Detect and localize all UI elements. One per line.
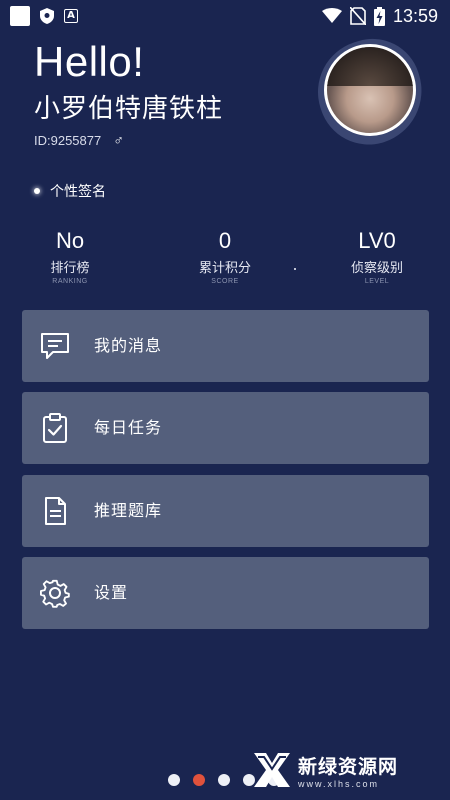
a-badge-icon: A	[64, 9, 78, 23]
stat-sublabel: SCORE	[211, 278, 239, 285]
menu-item-label: 设置	[94, 583, 129, 602]
menu-item-label: 我的消息	[94, 336, 163, 355]
avatar[interactable]	[324, 44, 416, 136]
app-square-icon	[10, 6, 30, 26]
menu-item-daily-tasks[interactable]: 每日任务	[22, 392, 429, 464]
greeting: Hello!	[34, 38, 145, 85]
menu-item-label: 推理题库	[94, 501, 163, 520]
menu-item-label: 每日任务	[94, 418, 163, 437]
watermark-logo-icon	[254, 753, 290, 787]
stat-sublabel: LEVEL	[364, 278, 390, 285]
stat-label: 累计积分	[198, 261, 251, 276]
stat-label: 侦察级别	[350, 261, 403, 276]
gear-icon	[40, 579, 70, 608]
user-id: ID:9255877	[34, 132, 102, 148]
message-icon	[41, 333, 69, 359]
wifi-icon	[321, 8, 342, 23]
stat-score[interactable]: 0 累计积分 SCORE	[170, 228, 280, 285]
menu-item-settings[interactable]: 设置	[22, 557, 429, 629]
stats-row: No 排行榜 RANKING 0 累计积分 SCORE LV0 侦察级别 LEV…	[0, 228, 450, 288]
signature-dot-icon	[34, 188, 40, 194]
menu-item-question-bank[interactable]: 推理题库	[22, 475, 429, 547]
stat-value: 0	[218, 228, 232, 253]
clipboard-check-icon	[43, 413, 67, 443]
stat-label: 排行榜	[50, 261, 90, 276]
no-sim-icon	[349, 7, 366, 25]
stat-sublabel: RANKING	[52, 278, 88, 285]
page-dot[interactable]	[218, 774, 230, 786]
status-bar: A 13:59	[0, 0, 450, 32]
clock: 13:59	[392, 5, 438, 26]
avatar-hair	[327, 47, 413, 86]
username: 小罗伯特唐铁柱	[34, 94, 224, 124]
watermark: 新绿资源网 www.xlhs.com	[252, 746, 432, 794]
stat-ranking[interactable]: No 排行榜 RANKING	[15, 228, 125, 285]
signature-label: 个性签名	[50, 184, 106, 200]
page-dot[interactable]	[168, 774, 180, 786]
user-id-row: ID:9255877 ♂	[34, 132, 124, 148]
stat-value: LV0	[358, 228, 396, 253]
watermark-brand: 新绿资源网	[298, 755, 399, 778]
gender-male-icon: ♂	[113, 132, 124, 148]
stat-level[interactable]: LV0 侦察级别 LEVEL	[322, 228, 432, 285]
menu-item-messages[interactable]: 我的消息	[22, 310, 429, 382]
signature-row[interactable]: 个性签名	[34, 181, 106, 201]
battery-charging-icon	[373, 6, 385, 26]
shield-icon	[40, 8, 54, 24]
page-dot-active[interactable]	[193, 774, 205, 786]
stat-value: No	[55, 228, 85, 253]
avatar-container[interactable]	[304, 26, 436, 158]
decorative-dot	[294, 268, 296, 270]
document-icon	[45, 497, 66, 525]
watermark-url: www.xlhs.com	[298, 778, 380, 789]
